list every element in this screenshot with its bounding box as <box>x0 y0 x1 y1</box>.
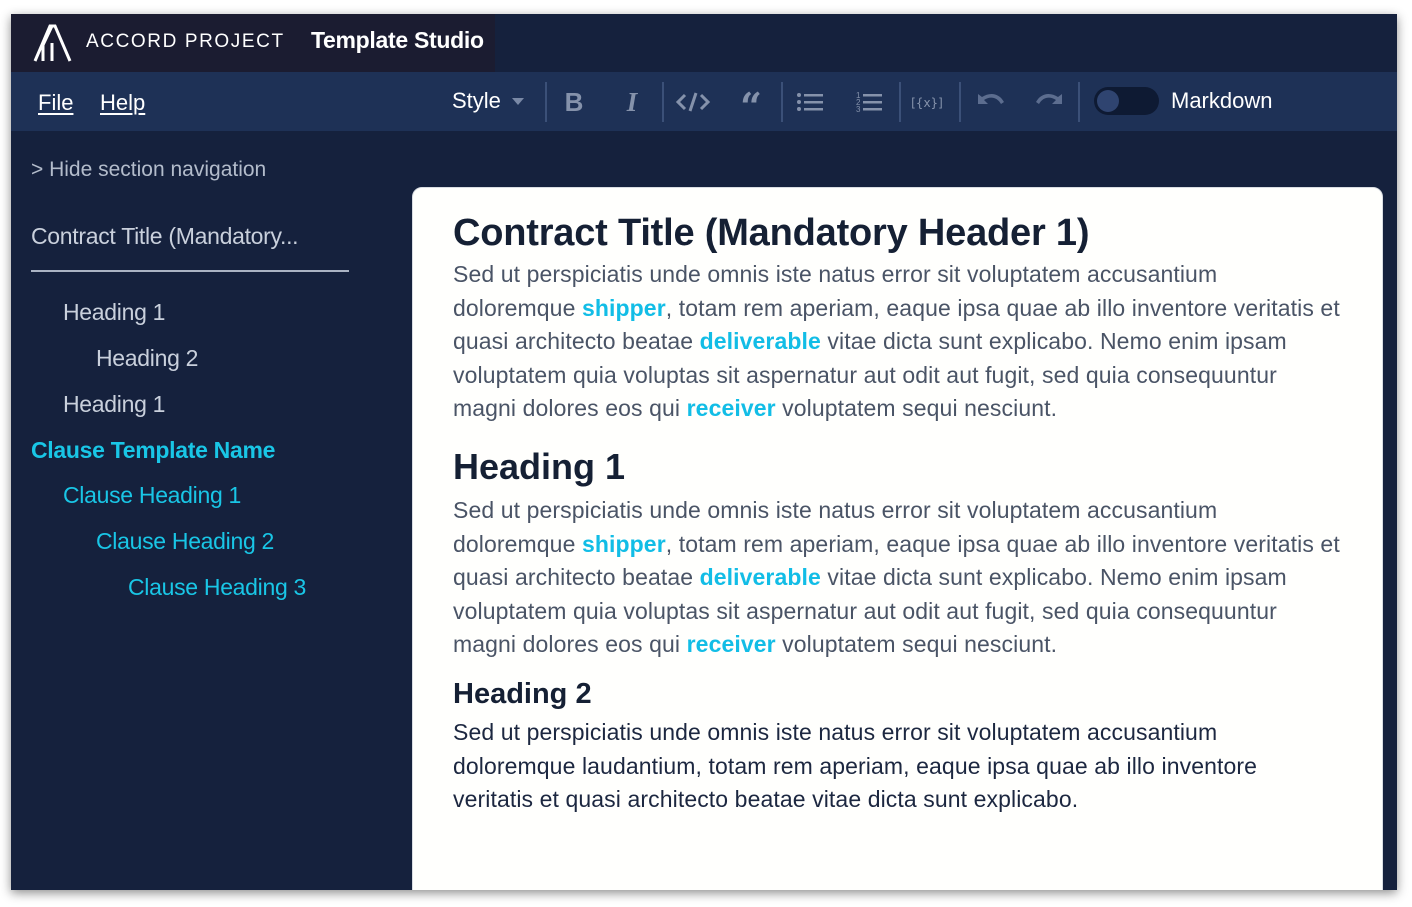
redo-icon <box>1036 94 1062 104</box>
quote-icon: “ <box>740 84 762 129</box>
paragraph-text: voluptatem sequi nesciunt. <box>775 631 1058 658</box>
redo-button[interactable] <box>1031 86 1067 118</box>
nav-item-heading-1[interactable]: Heading 1 <box>63 391 165 418</box>
nav-divider <box>31 270 349 272</box>
accord-project-logo-icon <box>33 24 72 62</box>
app-name: Template Studio <box>311 27 484 53</box>
paragraph-text: voluptatem sequi nesciunt. <box>775 395 1058 422</box>
variable-deliverable[interactable]: deliverable <box>700 564 821 590</box>
template-studio-window: ACCORD PROJECT Template Studio File Help… <box>11 14 1397 890</box>
nav-item-clause-template-name[interactable]: Clause Template Name <box>31 437 275 464</box>
variable-receiver[interactable]: receiver <box>687 395 776 421</box>
bulleted-list-icon <box>797 93 823 111</box>
nav-item-heading-1[interactable]: Heading 1 <box>63 299 165 326</box>
markdown-toggle[interactable] <box>1094 87 1159 115</box>
svg-text:B: B <box>565 87 584 117</box>
help-menu[interactable]: Help <box>100 90 145 116</box>
brand-name: ACCORD PROJECT <box>86 31 285 52</box>
bold-icon: B <box>565 87 584 117</box>
hide-section-navigation-link[interactable]: > Hide section navigation <box>31 158 266 182</box>
heading-1: Heading 1 <box>453 445 626 487</box>
document-editor[interactable]: Contract Title (Mandatory Header 1) Sed … <box>412 187 1383 890</box>
undo-icon <box>978 94 1004 104</box>
paragraph[interactable]: Sed ut perspiciatis unde omnis iste natu… <box>453 258 1342 426</box>
nav-item-clause-heading-2[interactable]: Clause Heading 2 <box>96 528 274 555</box>
variable-shipper[interactable]: shipper <box>582 531 666 557</box>
quote-button[interactable]: “ <box>733 84 769 129</box>
numbered-list-button[interactable]: 1 2 3 <box>851 86 887 118</box>
contract-title-heading: Contract Title (Mandatory Header 1) <box>453 212 1090 254</box>
toolbar-divider <box>959 82 961 122</box>
variable-receiver[interactable]: receiver <box>687 631 776 657</box>
style-dropdown[interactable]: Style <box>452 88 501 114</box>
section-navigation: > Hide section navigation Contract Title… <box>11 131 411 890</box>
italic-icon: I <box>626 87 639 117</box>
markdown-label: Markdown <box>1171 88 1273 113</box>
variable-icon: [{x}] <box>911 96 943 110</box>
toggle-knob <box>1097 90 1119 112</box>
editor-toolbar: File Help Style B I “ 1 2 3 [{x}] Markdo… <box>11 72 1397 131</box>
bulleted-list-button[interactable] <box>792 86 828 118</box>
code-icon <box>675 92 711 112</box>
svg-text:I: I <box>626 87 639 117</box>
svg-text:“: “ <box>740 86 762 118</box>
numbered-list-icon: 1 2 3 <box>856 91 882 114</box>
svg-text:3: 3 <box>856 105 861 114</box>
toolbar-divider <box>545 82 547 122</box>
italic-button[interactable]: I <box>614 86 650 118</box>
paragraph[interactable]: Sed ut perspiciatis unde omnis iste natu… <box>453 716 1342 817</box>
heading-2: Heading 2 <box>453 677 592 710</box>
nav-contract-title[interactable]: Contract Title (Mandatory... <box>31 223 299 250</box>
nav-item-clause-heading-1[interactable]: Clause Heading 1 <box>63 482 241 509</box>
chevron-down-icon[interactable] <box>512 98 524 105</box>
code-button[interactable] <box>675 86 711 118</box>
paragraph[interactable]: Sed ut perspiciatis unde omnis iste natu… <box>453 494 1342 662</box>
toolbar-divider <box>899 82 901 122</box>
toolbar-divider <box>1078 82 1080 122</box>
app-header: ACCORD PROJECT Template Studio <box>11 14 1397 72</box>
toolbar-divider <box>662 82 664 122</box>
toolbar-divider <box>781 82 783 122</box>
brand-block: ACCORD PROJECT Template Studio <box>11 14 495 72</box>
svg-text:[{x}]: [{x}] <box>911 96 943 110</box>
nav-item-heading-2[interactable]: Heading 2 <box>96 345 198 372</box>
nav-item-clause-heading-3[interactable]: Clause Heading 3 <box>128 574 306 601</box>
insert-variable-button[interactable]: [{x}] <box>909 86 945 118</box>
file-menu[interactable]: File <box>38 90 73 116</box>
variable-deliverable[interactable]: deliverable <box>700 328 821 354</box>
bold-button[interactable]: B <box>556 86 592 118</box>
undo-button[interactable] <box>973 86 1009 118</box>
variable-shipper[interactable]: shipper <box>582 295 666 321</box>
